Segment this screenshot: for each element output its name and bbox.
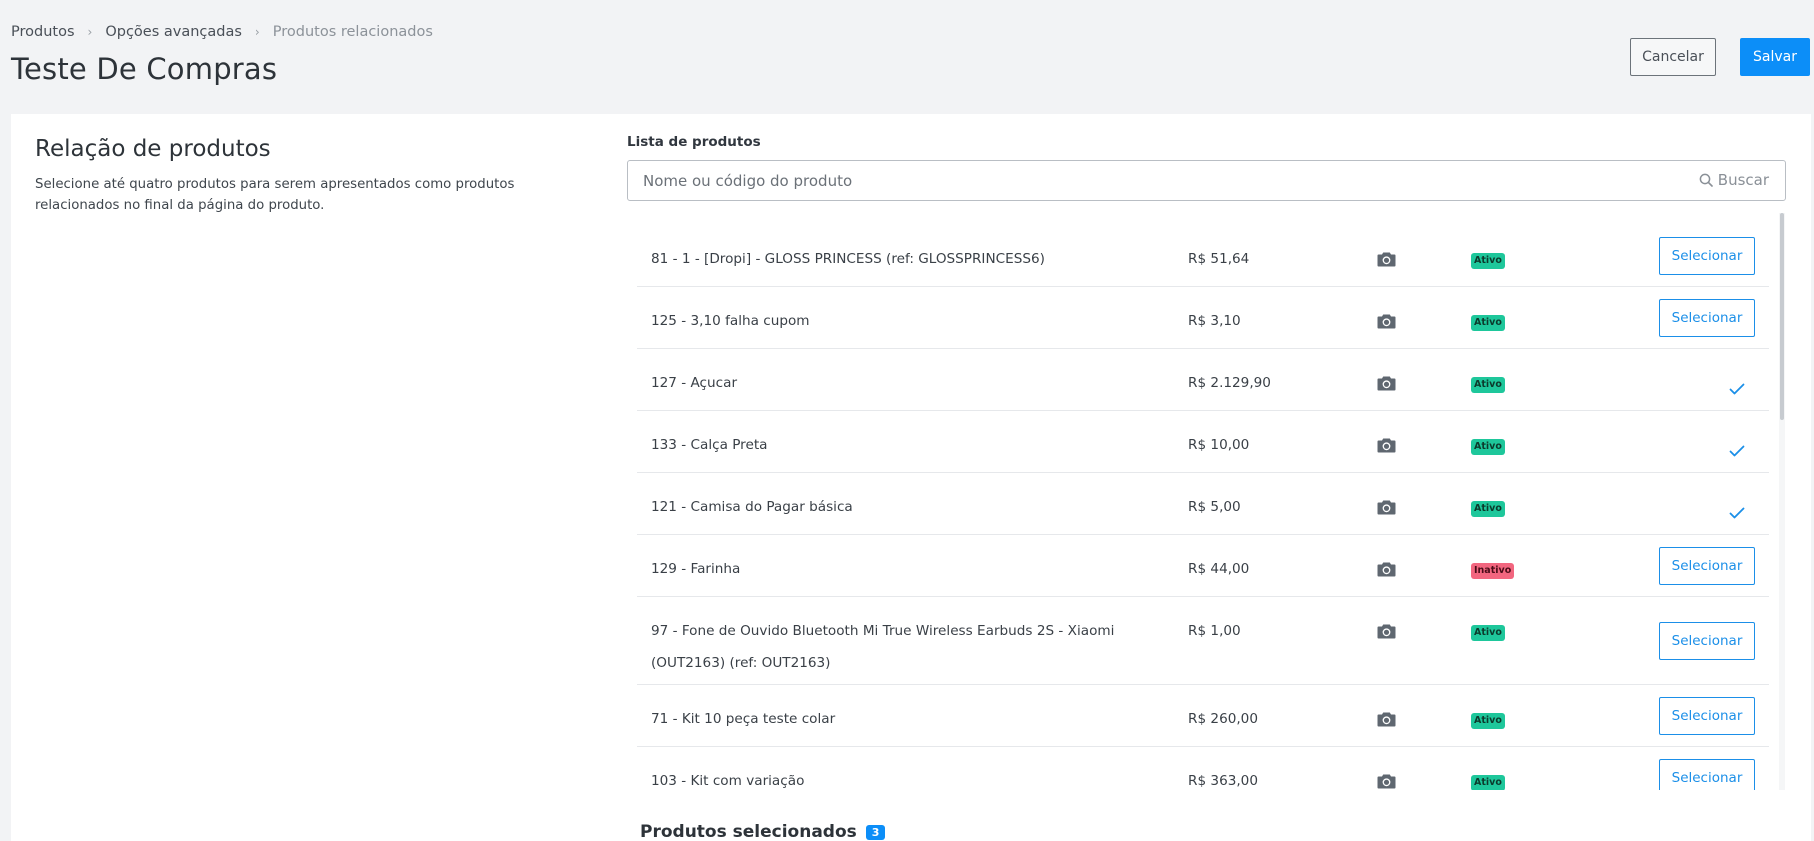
product-price: R$ 1,00 <box>1188 623 1241 639</box>
chevron-right-icon: › <box>87 25 93 39</box>
camera-icon <box>1377 313 1396 333</box>
product-name: 121 - Camisa do Pagar básica <box>651 499 853 515</box>
cancel-button[interactable]: Cancelar <box>1630 38 1716 76</box>
product-price: R$ 10,00 <box>1188 437 1250 453</box>
table-row: 125 - 3,10 falha cupom R$ 3,10 Ativo Sel… <box>637 287 1769 349</box>
product-name: 97 - Fone de Ouvido Bluetooth Mi True Wi… <box>651 623 1115 671</box>
section-title: Relação de produtos <box>35 136 271 162</box>
product-name: 125 - 3,10 falha cupom <box>651 313 810 329</box>
product-price: R$ 260,00 <box>1188 711 1258 727</box>
breadcrumb-opcoes-avancadas[interactable]: Opções avançadas <box>105 24 242 40</box>
product-price: R$ 5,00 <box>1188 499 1241 515</box>
select-button[interactable]: Selecionar <box>1659 237 1755 275</box>
camera-icon <box>1377 623 1396 643</box>
status-badge: Inativo <box>1471 563 1515 579</box>
product-name: 129 - Farinha <box>651 561 741 577</box>
page-title: Teste De Compras <box>11 52 278 86</box>
selected-products-heading: Produtos selecionados 3 <box>640 822 886 841</box>
select-button[interactable]: Selecionar <box>1659 697 1755 735</box>
search-input[interactable] <box>628 161 1668 200</box>
product-price: R$ 363,00 <box>1188 773 1258 789</box>
select-button[interactable]: Selecionar <box>1659 759 1755 790</box>
select-button[interactable]: Selecionar <box>1659 299 1755 337</box>
breadcrumb: Produtos › Opções avançadas › Produtos r… <box>11 24 433 40</box>
check-icon[interactable] <box>1729 504 1745 523</box>
status-badge: Ativo <box>1471 501 1505 517</box>
camera-icon <box>1377 561 1396 581</box>
table-row: 103 - Kit com variação R$ 363,00 Ativo S… <box>637 747 1769 790</box>
camera-icon <box>1377 437 1396 457</box>
product-name: 103 - Kit com variação <box>651 773 805 789</box>
status-badge: Ativo <box>1471 775 1505 790</box>
breadcrumb-produtos-relacionados: Produtos relacionados <box>272 24 433 40</box>
section-description: Selecione até quatro produtos para serem… <box>35 177 515 213</box>
product-name: 127 - Açucar <box>651 375 738 391</box>
search-button[interactable]: Buscar <box>1699 171 1769 189</box>
select-button[interactable]: Selecionar <box>1659 622 1755 660</box>
camera-icon <box>1377 251 1396 271</box>
product-list-label: Lista de produtos <box>627 134 761 150</box>
status-badge: Ativo <box>1471 625 1505 641</box>
status-badge: Ativo <box>1471 377 1505 393</box>
camera-icon <box>1377 375 1396 395</box>
camera-icon <box>1377 773 1396 790</box>
table-row: 127 - Açucar R$ 2.129,90 Ativo <box>637 349 1769 411</box>
check-icon[interactable] <box>1729 442 1745 461</box>
save-button[interactable]: Salvar <box>1740 38 1810 76</box>
check-icon[interactable] <box>1729 380 1745 399</box>
status-badge: Ativo <box>1471 439 1505 455</box>
table-row: 129 - Farinha R$ 44,00 Inativo Seleciona… <box>637 535 1769 597</box>
selected-products-title: Produtos selecionados <box>640 822 857 841</box>
camera-icon <box>1377 711 1396 731</box>
table-row: 133 - Calça Preta R$ 10,00 Ativo <box>637 411 1769 473</box>
table-row: 121 - Camisa do Pagar básica R$ 5,00 Ati… <box>637 473 1769 535</box>
breadcrumb-produtos[interactable]: Produtos <box>11 24 75 40</box>
product-price: R$ 44,00 <box>1188 561 1250 577</box>
search-button-label: Buscar <box>1717 171 1769 189</box>
chevron-right-icon: › <box>254 25 260 39</box>
product-name: 133 - Calça Preta <box>651 437 768 453</box>
table-row: 71 - Kit 10 peça teste colar R$ 260,00 A… <box>637 685 1769 747</box>
select-button[interactable]: Selecionar <box>1659 547 1755 585</box>
product-name: 71 - Kit 10 peça teste colar <box>651 711 836 727</box>
search-icon <box>1699 173 1713 187</box>
status-badge: Ativo <box>1471 713 1505 729</box>
camera-icon <box>1377 499 1396 519</box>
count-badge: 3 <box>865 824 886 840</box>
product-name: 81 - 1 - [Dropi] - GLOSS PRINCESS (ref: … <box>651 251 1045 267</box>
search-field: Buscar <box>627 160 1786 201</box>
status-badge: Ativo <box>1471 315 1505 331</box>
product-price: R$ 2.129,90 <box>1188 375 1271 391</box>
product-list: 81 - 1 - [Dropi] - GLOSS PRINCESS (ref: … <box>637 225 1769 790</box>
product-price: R$ 3,10 <box>1188 313 1241 329</box>
status-badge: Ativo <box>1471 253 1505 269</box>
table-row: 97 - Fone de Ouvido Bluetooth Mi True Wi… <box>637 597 1769 685</box>
product-price: R$ 51,64 <box>1188 251 1250 267</box>
table-row: 81 - 1 - [Dropi] - GLOSS PRINCESS (ref: … <box>637 225 1769 287</box>
scrollbar-thumb[interactable] <box>1780 213 1784 420</box>
